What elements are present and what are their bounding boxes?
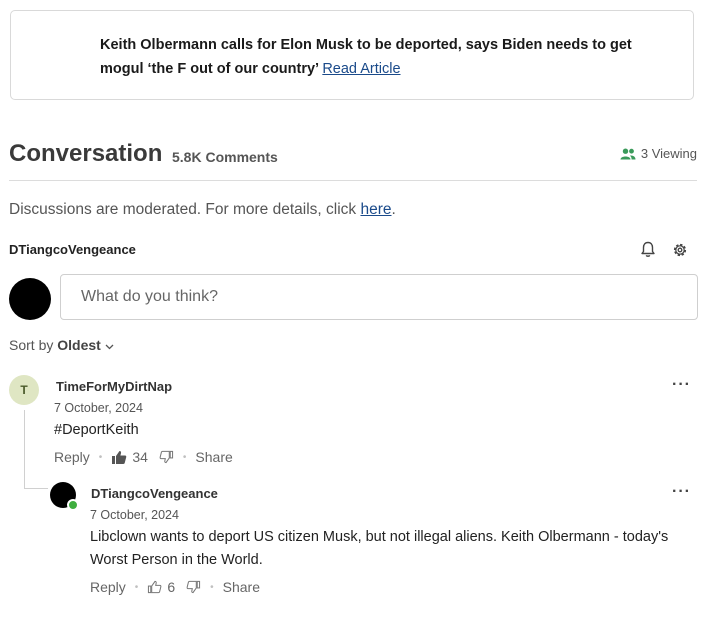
thumbs-up-icon <box>111 450 127 465</box>
like-button[interactable]: 6 <box>147 579 175 595</box>
separator: • <box>134 581 139 593</box>
viewing-indicator: 3 Viewing <box>620 146 697 161</box>
moderation-text: Discussions are moderated. For more deta… <box>9 201 357 218</box>
article-headline-block: Keith Olbermann calls for Elon Musk to b… <box>100 33 670 81</box>
thumbs-down-icon <box>159 450 174 464</box>
share-button[interactable]: Share <box>223 579 260 595</box>
read-article-link[interactable]: Read Article <box>322 61 400 77</box>
moderation-suffix: . <box>391 201 396 218</box>
current-username: DTiangcoVengeance <box>9 242 136 257</box>
comment-date: 7 October, 2024 <box>54 401 143 415</box>
comment-actions: Reply • 6 • Share <box>90 579 260 595</box>
moderation-details-link[interactable]: here <box>360 201 391 218</box>
comment-username[interactable]: TimeForMyDirtNap <box>56 379 172 394</box>
comment-date: 7 October, 2024 <box>90 508 179 522</box>
share-button[interactable]: Share <box>195 449 232 465</box>
sort-dropdown[interactable]: Sort by Oldest <box>9 337 114 353</box>
like-button[interactable]: 34 <box>111 449 148 465</box>
reply-button[interactable]: Reply <box>54 449 90 465</box>
separator: • <box>210 581 214 593</box>
more-icon[interactable]: ··· <box>672 376 691 394</box>
comment-input[interactable] <box>60 274 698 320</box>
comment-text: Libclown wants to deport US citizen Musk… <box>90 529 669 568</box>
current-user-avatar <box>9 278 51 320</box>
bell-icon[interactable] <box>640 241 656 258</box>
like-count: 34 <box>132 449 148 465</box>
more-icon[interactable]: ··· <box>672 483 691 501</box>
chevron-down-icon <box>105 337 114 353</box>
separator: • <box>98 451 103 463</box>
gear-icon[interactable] <box>672 242 688 258</box>
sort-value: Oldest <box>57 337 101 353</box>
header-divider <box>9 180 697 181</box>
comment-username[interactable]: DTiangcoVengeance <box>91 486 218 501</box>
moderation-notice: Discussions are moderated. For more deta… <box>9 201 396 219</box>
sort-label: Sort by <box>9 337 54 353</box>
viewing-count: 3 Viewing <box>640 146 697 161</box>
article-card: Keith Olbermann calls for Elon Musk to b… <box>10 10 694 100</box>
thumbs-up-icon <box>147 580 162 594</box>
dislike-button[interactable] <box>186 580 201 594</box>
thread-line <box>24 410 25 488</box>
avatar: T <box>9 375 39 405</box>
reply-button[interactable]: Reply <box>90 579 126 595</box>
thread-elbow <box>24 488 48 489</box>
like-count: 6 <box>167 579 176 595</box>
users-icon <box>620 148 636 160</box>
thumbs-down-icon <box>186 580 201 594</box>
comment-actions: Reply • 34 • Share <box>54 449 233 465</box>
header-icons <box>640 241 688 258</box>
conversation-title: Conversation <box>9 140 163 167</box>
online-indicator <box>67 499 79 511</box>
dislike-button[interactable] <box>159 450 174 464</box>
comment-count: 5.8K Comments <box>172 149 278 165</box>
comment-text: #DeportKeith <box>54 422 139 438</box>
separator: • <box>182 451 187 463</box>
